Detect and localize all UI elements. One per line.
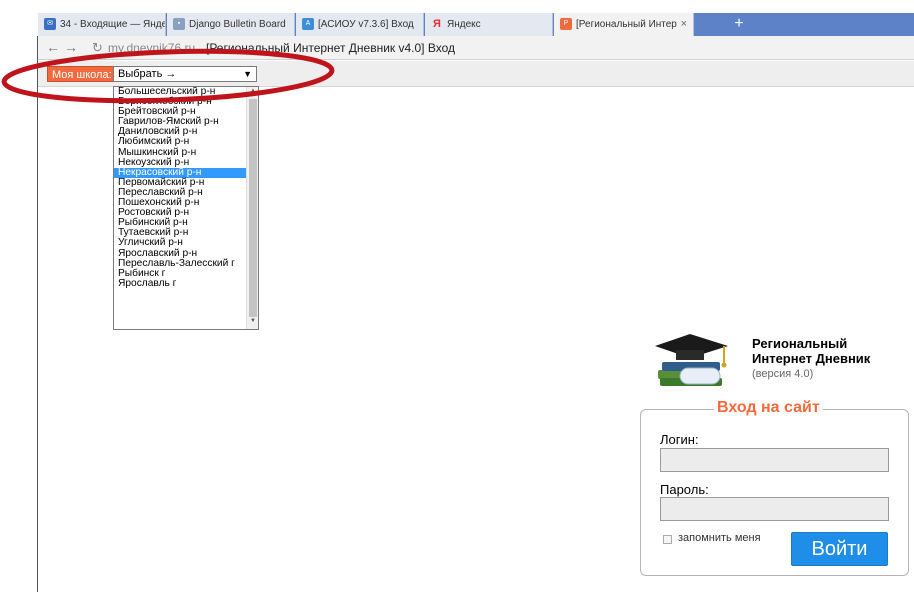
browser-tab-bar: ✉ 34 - Входящие — Яндекс ▪ Django Bulletin…: [0, 0, 914, 36]
diary-icon: Р: [560, 18, 572, 31]
scroll-down-icon[interactable]: ▼: [249, 318, 257, 328]
url-field[interactable]: my.dnevnik76.ru: [108, 41, 195, 55]
login-label: Логин:: [660, 432, 699, 447]
remember-me-checkbox[interactable]: [663, 535, 672, 544]
remember-me-label: запомнить меня: [678, 532, 761, 544]
dropdown-caret-icon: ▼: [243, 69, 252, 79]
asiou-icon: A: [302, 18, 314, 31]
scroll-thumb[interactable]: [249, 99, 257, 317]
tab-label: [Региональный Интер: [576, 19, 677, 30]
tab-strip: ✉ 34 - Входящие — Яндекс ▪ Django Bulletin…: [38, 13, 914, 36]
tab-yandex[interactable]: Я Яндекс: [425, 13, 553, 36]
school-select[interactable]: Выбрать → ▼: [113, 66, 257, 82]
forward-arrow-icon[interactable]: →: [64, 39, 78, 55]
login-input[interactable]: [660, 448, 889, 472]
tab-regional-diary[interactable]: Р [Региональный Интер ×: [554, 13, 694, 36]
site-version: (версия 4.0): [752, 368, 814, 380]
password-input[interactable]: [660, 497, 889, 521]
password-label: Пароль:: [660, 482, 709, 497]
address-bar: ← → ↻ my.dnevnik76.ru [Региональный Инте…: [38, 36, 914, 60]
login-button[interactable]: Войти: [791, 532, 888, 566]
dropdown-option[interactable]: Ярославль г: [114, 278, 246, 289]
tab-label: 34 - Входящие — Яндекс: [60, 19, 166, 30]
yandex-icon: Я: [433, 18, 441, 31]
my-school-badge: Моя школа:: [47, 66, 117, 82]
graduation-cap-books-icon: [655, 334, 728, 386]
reload-icon[interactable]: ↻: [92, 40, 103, 56]
window-border: [37, 36, 38, 592]
tab-asiou[interactable]: A [АСИОУ v7.3.6] Вход: [296, 13, 424, 36]
login-legend: Вход на сайт: [714, 399, 823, 417]
dropdown-scrollbar[interactable]: ▲ ▼: [246, 87, 258, 329]
school-select-value: Выбрать →: [118, 68, 177, 80]
new-tab-button[interactable]: +: [728, 13, 750, 36]
tab-label: [АСИОУ v7.3.6] Вход: [318, 19, 414, 30]
tab-label: Яндекс: [447, 19, 481, 30]
site-icon: ▪: [173, 18, 185, 31]
page-title: [Региональный Интернет Дневник v4.0] Вхо…: [206, 41, 455, 55]
tab-yandex-mail[interactable]: ✉ 34 - Входящие — Яндекс: [38, 13, 166, 36]
tab-label: Django Bulletin Board: [189, 19, 286, 30]
scroll-up-icon[interactable]: ▲: [249, 88, 257, 98]
site-title: Региональный Интернет Дневник: [752, 336, 871, 366]
back-arrow-icon[interactable]: ←: [46, 39, 60, 55]
mail-icon: ✉: [44, 18, 56, 31]
dropdown-option[interactable]: Угличский р-н: [114, 238, 246, 248]
close-tab-icon[interactable]: ×: [681, 13, 687, 36]
tab-django-board[interactable]: ▪ Django Bulletin Board: [167, 13, 295, 36]
school-dropdown-list[interactable]: Большесельский р-н Борисоглебский р-н Брей…: [113, 86, 259, 330]
school-selector-bar: Моя школа: Выбрать → ▼: [38, 61, 914, 87]
